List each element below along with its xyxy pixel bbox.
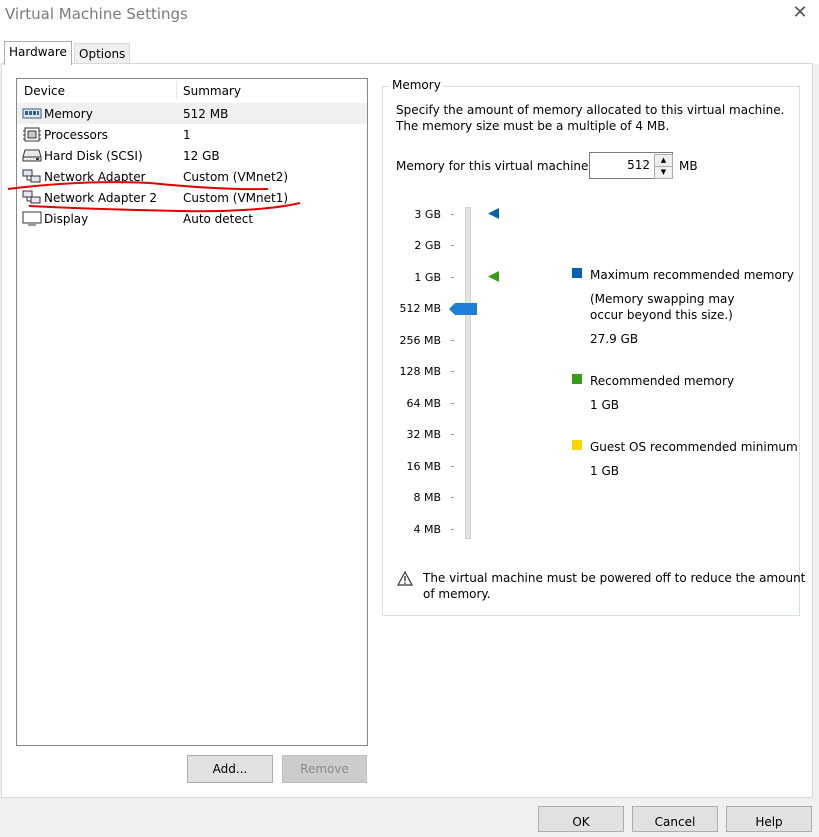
scale-tick	[451, 497, 454, 498]
memory-slider-thumb[interactable]	[449, 303, 477, 315]
recommended-swatch	[572, 374, 582, 384]
scale-tick	[451, 371, 454, 372]
scale-tick	[451, 529, 454, 530]
memory-unit: MB	[679, 159, 698, 173]
scale-tick	[451, 403, 454, 404]
max-recommended-marker-icon	[488, 208, 499, 219]
scale-label: 4 MB	[413, 523, 441, 536]
scale-label: 3 GB	[414, 208, 441, 221]
max-recommended-note: (Memory swapping may	[590, 292, 735, 306]
guest-os-minimum-value: 1 GB	[590, 464, 619, 478]
memory-description: The memory size must be a multiple of 4 …	[396, 119, 670, 133]
cancel-button[interactable]: Cancel	[632, 806, 718, 832]
remove-button[interactable]: Remove	[282, 755, 367, 783]
recommended-label: Recommended memory	[590, 374, 735, 388]
memory-description: Specify the amount of memory allocated t…	[396, 103, 785, 117]
decrement-button[interactable]: ▼	[654, 166, 673, 179]
guest-os-minimum-label: Guest OS recommended minimum	[590, 440, 798, 454]
tab-hardware[interactable]: Hardware	[4, 41, 72, 65]
scale-tick	[451, 340, 454, 341]
scale-tick	[451, 245, 454, 246]
max-recommended-note: occur beyond this size.)	[590, 308, 733, 322]
scale-label: 128 MB	[399, 365, 441, 378]
max-recommended-value: 27.9 GB	[590, 332, 639, 346]
scale-label: 512 MB	[399, 302, 441, 315]
max-recommended-swatch	[572, 268, 582, 278]
scale-label: 1 GB	[414, 271, 441, 284]
memory-group-label: Memory	[389, 78, 444, 92]
memory-field-label: Memory for this virtual machine:	[396, 159, 593, 173]
max-recommended-label: Maximum recommended memory	[590, 268, 794, 282]
scale-label: 256 MB	[399, 334, 441, 347]
warning-text: The virtual machine must be powered off …	[423, 571, 806, 585]
memory-slider-track[interactable]	[465, 207, 471, 539]
recommended-marker-icon	[488, 271, 499, 282]
ok-button[interactable]: OK	[538, 806, 624, 832]
scale-label: 16 MB	[406, 460, 441, 473]
scale-tick	[451, 434, 454, 435]
help-button[interactable]: Help	[726, 806, 812, 832]
memory-value[interactable]: 512	[627, 158, 650, 172]
scale-tick	[451, 214, 454, 215]
scale-tick	[451, 277, 454, 278]
scale-label: 32 MB	[406, 428, 441, 441]
scale-label: 64 MB	[406, 397, 441, 410]
recommended-value: 1 GB	[590, 398, 619, 412]
memory-stepper[interactable]: 512 ▲ ▼	[589, 152, 673, 179]
stepper-buttons: ▲ ▼	[654, 154, 673, 179]
add-button[interactable]: Add...	[187, 755, 273, 783]
scale-label: 2 GB	[414, 239, 441, 252]
scale-label: 8 MB	[413, 491, 441, 504]
warning-text: of memory.	[423, 587, 491, 601]
warning-icon	[397, 571, 413, 586]
scale-tick	[451, 466, 454, 467]
guest-os-minimum-swatch	[572, 440, 582, 450]
